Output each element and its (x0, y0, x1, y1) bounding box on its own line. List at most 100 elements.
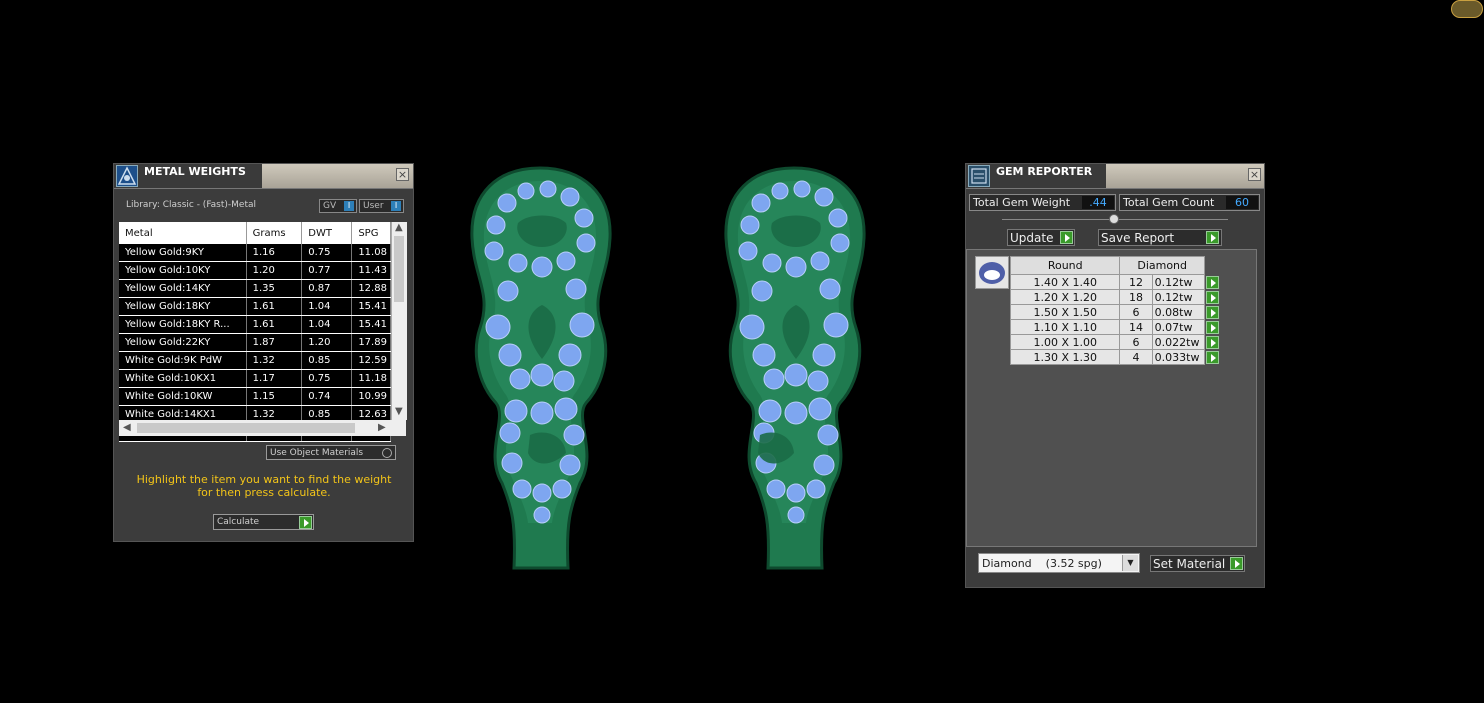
metal-weights-title: METAL WEIGHTS (144, 165, 246, 178)
dwt-cell: 1.04 (301, 315, 353, 334)
gem-weight-cell: 0.07tw (1151, 319, 1205, 335)
gem-weight-cell: 0.08tw (1151, 304, 1205, 320)
calculate-button[interactable]: Calculate (213, 514, 314, 530)
gem-row-play-icon[interactable] (1205, 305, 1219, 319)
gem-count-cell: 12 (1119, 274, 1153, 290)
metal-table-horizontal-scrollbar[interactable]: ◀ ▶ (119, 420, 406, 436)
gem-count-cell: 18 (1119, 289, 1153, 305)
table-row[interactable]: Yellow Gold:14KY 1.35 0.87 12.88 (119, 279, 391, 298)
gem-thumbnail[interactable] (975, 256, 1009, 289)
table-row[interactable]: 1.20 X 1.20 18 0.12tw (1009, 289, 1219, 305)
table-row[interactable]: 1.00 X 1.00 6 0.022tw (1009, 334, 1219, 350)
table-row[interactable]: White Gold:10KX1 1.17 0.75 11.18 (119, 369, 391, 388)
set-material-play-icon[interactable] (1230, 557, 1243, 570)
use-object-materials-toggle[interactable]: Use Object Materials (266, 445, 396, 460)
table-row[interactable]: White Gold:9K PdW 1.32 0.85 12.59 (119, 351, 391, 370)
collapse-handle-icon[interactable] (1109, 214, 1119, 224)
gem-weight-cell: 0.12tw (1151, 274, 1205, 290)
total-gem-count-label: Total Gem Count (1123, 196, 1215, 209)
gem-size-cell: 1.30 X 1.30 (1009, 349, 1121, 365)
table-row[interactable]: Yellow Gold:10KY 1.20 0.77 11.43 (119, 261, 391, 280)
table-row[interactable]: 1.40 X 1.40 12 0.12tw (1009, 274, 1219, 290)
metal-table: Metal Grams DWT SPG Yellow Gold:9KY 1.16 0… (119, 222, 391, 442)
library-label: Library: Classic - (Fast)-Metal (126, 200, 257, 210)
spg-cell: 11.43 (351, 261, 391, 280)
spg-cell: 15.41 (351, 297, 391, 316)
gem-row-action-cell (1204, 289, 1219, 305)
app-corner-icon[interactable] (1451, 0, 1483, 18)
metal-name-cell: Yellow Gold:10KY (119, 261, 247, 280)
grams-cell: 1.32 (246, 351, 303, 370)
dwt-cell: 0.87 (301, 279, 353, 298)
table-row[interactable]: Yellow Gold:18KY 1.61 1.04 15.41 (119, 297, 391, 316)
metal-weights-close-button[interactable]: × (396, 168, 409, 181)
table-row[interactable]: Yellow Gold:22KY 1.87 1.20 17.89 (119, 333, 391, 352)
gem-row-play-icon[interactable] (1205, 335, 1219, 349)
update-play-icon[interactable] (1060, 231, 1073, 244)
metal-name-cell: Yellow Gold:9KY (119, 244, 247, 262)
metal-name-cell: Yellow Gold:22KY (119, 333, 247, 352)
gem-weight-cell: 0.022tw (1151, 334, 1205, 350)
gv-toggle[interactable]: GV I (319, 199, 357, 213)
user-toggle-indicator-icon: I (391, 201, 401, 211)
gem-reporter-titlebar[interactable]: GEM REPORTER × (966, 164, 1264, 189)
use-object-materials-label: Use Object Materials (270, 448, 364, 458)
dwt-column-header[interactable]: DWT (301, 222, 353, 244)
gv-toggle-indicator-icon: I (344, 201, 354, 211)
metal-table-horizontal-thumb[interactable] (137, 423, 355, 433)
gem-material-header[interactable]: Diamond (1119, 256, 1205, 275)
use-object-materials-radio-icon[interactable] (382, 448, 392, 458)
table-row[interactable]: Yellow Gold:18KY R... 1.61 1.04 15.41 (119, 315, 391, 334)
gem-shape-header[interactable]: Round (1009, 256, 1121, 275)
scroll-right-icon[interactable]: ▶ (378, 422, 386, 433)
spg-cell: 12.59 (351, 351, 391, 370)
set-material-button[interactable]: Set Material (1150, 555, 1245, 572)
save-report-play-icon[interactable] (1206, 231, 1219, 244)
metal-name-cell: Yellow Gold:18KY R... (119, 315, 247, 334)
grams-column-header[interactable]: Grams (246, 222, 303, 244)
dwt-cell: 0.74 (301, 387, 353, 406)
spg-column-header[interactable]: SPG (351, 222, 391, 244)
spg-cell: 12.88 (351, 279, 391, 298)
metal-name-cell: Yellow Gold:14KY (119, 279, 247, 298)
save-report-label: Save Report (1101, 231, 1175, 245)
scroll-down-icon[interactable]: ▼ (395, 406, 403, 417)
total-gem-weight-label: Total Gem Weight (973, 196, 1071, 209)
round-gem-icon (979, 262, 1005, 284)
gem-row-play-icon[interactable] (1205, 275, 1219, 289)
gem-row-play-icon[interactable] (1205, 320, 1219, 334)
scroll-up-icon[interactable]: ▲ (395, 222, 403, 233)
table-row[interactable]: White Gold:10KW 1.15 0.74 10.99 (119, 387, 391, 406)
gem-size-cell: 1.10 X 1.10 (1009, 319, 1121, 335)
grams-cell: 1.87 (246, 333, 303, 352)
user-toggle[interactable]: User I (359, 199, 404, 213)
metal-table-vertical-scrollbar[interactable]: ▲ ▼ (391, 222, 407, 420)
gem-reporter-logo-icon (968, 165, 990, 187)
spg-cell: 17.89 (351, 333, 391, 352)
gem-row-action-cell (1204, 274, 1219, 290)
table-row[interactable]: 1.50 X 1.50 6 0.08tw (1009, 304, 1219, 320)
scroll-left-icon[interactable]: ◀ (123, 422, 131, 433)
dwt-cell: 0.75 (301, 244, 353, 262)
update-label: Update (1010, 231, 1054, 245)
update-button[interactable]: Update (1007, 229, 1075, 246)
metal-column-header[interactable]: Metal (119, 222, 247, 244)
material-select[interactable]: Diamond (3.52 spg) ▼ (978, 553, 1140, 573)
gem-size-cell: 1.40 X 1.40 (1009, 274, 1121, 290)
calculate-play-icon[interactable] (299, 516, 312, 529)
metal-table-vertical-thumb[interactable] (394, 236, 404, 302)
dropdown-arrow-icon[interactable]: ▼ (1122, 555, 1138, 571)
material-select-value: Diamond (3.52 spg) (982, 557, 1102, 570)
grams-cell: 1.61 (246, 297, 303, 316)
metal-weights-titlebar[interactable]: METAL WEIGHTS × (114, 164, 413, 189)
gem-reporter-close-button[interactable]: × (1248, 168, 1261, 181)
table-row[interactable]: 1.10 X 1.10 14 0.07tw (1009, 319, 1219, 335)
dwt-cell: 0.77 (301, 261, 353, 280)
gem-row-play-icon[interactable] (1205, 350, 1219, 364)
table-row[interactable]: 1.30 X 1.30 4 0.033tw (1009, 349, 1219, 365)
gem-row-play-icon[interactable] (1205, 290, 1219, 304)
gem-reporter-title: GEM REPORTER (996, 165, 1093, 178)
table-row[interactable]: Yellow Gold:9KY 1.16 0.75 11.08 (119, 244, 391, 262)
save-report-button[interactable]: Save Report (1098, 229, 1222, 246)
grams-cell: 1.35 (246, 279, 303, 298)
